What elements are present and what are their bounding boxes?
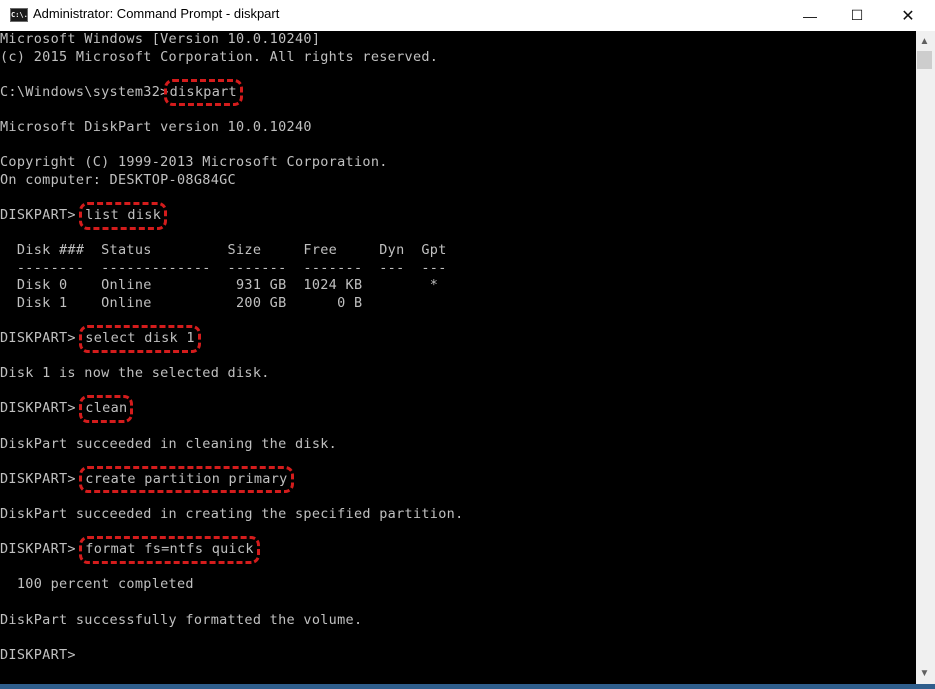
- highlighted-command: clean: [79, 395, 134, 423]
- prompt-line: DISKPART> create partition primary: [0, 465, 464, 494]
- output-line: DiskPart succeeded in creating the speci…: [0, 506, 464, 523]
- prompt-line: DISKPART>: [0, 647, 464, 665]
- prompt-line: DISKPART> format fs=ntfs quick: [0, 536, 464, 564]
- output-line: DiskPart succeeded in cleaning the disk.: [0, 435, 338, 452]
- output-line: Copyright (C) 1999-2013 Microsoft Corpor…: [0, 154, 388, 171]
- output-line: Disk 0 Online 931 GB 1024 KB *: [0, 277, 439, 294]
- minimize-icon: —: [803, 7, 817, 24]
- highlighted-command: diskpart: [163, 78, 244, 107]
- prompt: DISKPART>: [0, 206, 85, 223]
- highlighted-command: select disk 1: [79, 325, 201, 353]
- output-line: -------- ------------- ------- ------- -…: [0, 259, 447, 276]
- window-title: Administrator: Command Prompt - diskpart: [33, 6, 280, 21]
- cmd-app-icon[interactable]: C:\.: [10, 8, 28, 22]
- prompt-line: DISKPART> clean: [0, 395, 464, 423]
- close-button[interactable]: ✕: [885, 0, 931, 31]
- prompt: C:\Windows\system32>: [0, 83, 169, 100]
- output-line: DiskPart successfully formatted the volu…: [0, 611, 363, 628]
- console-output[interactable]: Microsoft Windows [Version 10.0.10240] (c…: [0, 31, 916, 684]
- maximize-button[interactable]: ☐: [834, 0, 880, 31]
- highlighted-command: create partition primary: [79, 465, 294, 494]
- output-line: Disk ### Status Size Free Dyn Gpt: [0, 242, 447, 259]
- highlighted-command: format fs=ntfs quick: [79, 536, 260, 564]
- output-line: Disk 1 Online 200 GB 0 B: [0, 294, 363, 311]
- scroll-thumb[interactable]: [917, 51, 932, 69]
- output-line: Microsoft DiskPart version 10.0.10240: [0, 118, 312, 135]
- title-bar[interactable]: C:\. Administrator: Command Prompt - dis…: [0, 0, 935, 31]
- output-line: 100 percent completed: [0, 576, 194, 593]
- minimize-button[interactable]: —: [787, 0, 833, 31]
- output-line: Microsoft Windows [Version 10.0.10240]: [0, 31, 321, 47]
- prompt-line: DISKPART> select disk 1: [0, 325, 464, 353]
- prompt: DISKPART>: [0, 646, 76, 663]
- maximize-icon: ☐: [850, 7, 864, 23]
- window-bottom-border: [0, 684, 935, 689]
- prompt-line: C:\Windows\system32>diskpart: [0, 78, 464, 107]
- console-text: Microsoft Windows [Version 10.0.10240] (c…: [0, 31, 464, 664]
- scroll-down-icon[interactable]: ▼: [916, 665, 933, 682]
- vertical-scrollbar[interactable]: ▲ ▼: [916, 31, 935, 684]
- close-icon: ✕: [901, 7, 915, 25]
- prompt: DISKPART>: [0, 330, 85, 347]
- output-line: On computer: DESKTOP-08G84GC: [0, 171, 236, 188]
- output-line: (c) 2015 Microsoft Corporation. All righ…: [0, 48, 439, 65]
- output-line: Disk 1 is now the selected disk.: [0, 365, 270, 382]
- prompt: DISKPART>: [0, 541, 85, 558]
- scroll-up-icon[interactable]: ▲: [916, 33, 933, 50]
- highlighted-command: list disk: [79, 202, 168, 230]
- prompt: DISKPART>: [0, 470, 85, 487]
- prompt: DISKPART>: [0, 400, 85, 417]
- prompt-line: DISKPART> list disk: [0, 202, 464, 230]
